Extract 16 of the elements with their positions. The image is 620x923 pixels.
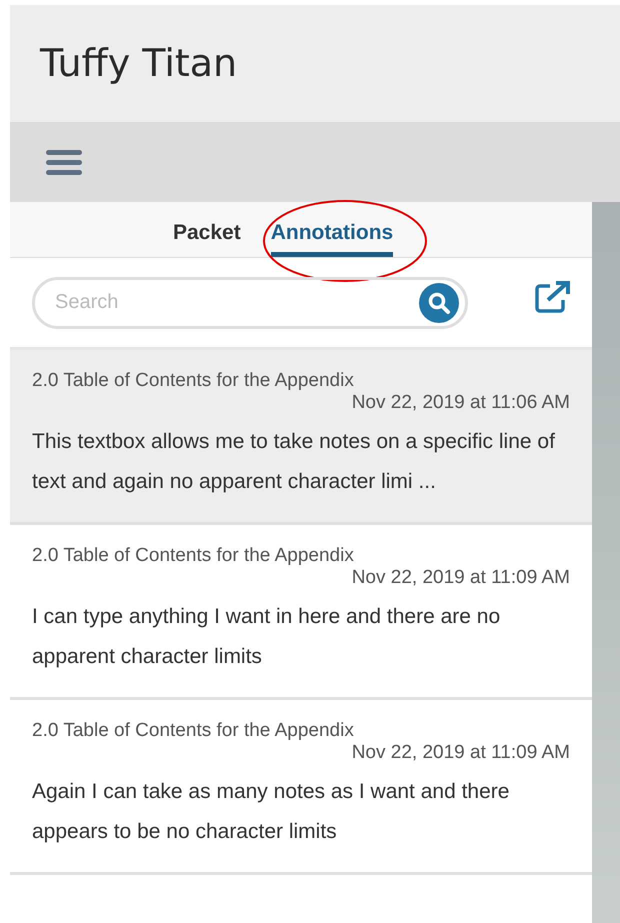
section-title: 2.0 Table of Contents for the Appendix	[32, 720, 355, 742]
annotation-item[interactable]: 2.0 Table of Contents for the Appendix Nov 22, 2019 at 11:06 AM This textbox allows me to take notes on a specific line of text and again no apparent character limi ...	[10, 350, 592, 525]
app-title: Tuffy Titan	[40, 40, 238, 87]
section-title: 2.0 Table of Contents for the Appendix	[32, 370, 355, 392]
external-link-icon[interactable]	[534, 280, 572, 314]
annotation-text: Again I can take as many notes as I want and there appears to be no character limits	[32, 779, 510, 845]
timestamp: Nov 22, 2019 at 11:09 AM	[350, 567, 570, 589]
search-icon[interactable]	[419, 282, 459, 322]
menu-icon[interactable]	[46, 150, 82, 174]
timestamp: Nov 22, 2019 at 11:09 AM	[350, 742, 570, 764]
search-field[interactable]: Search	[32, 276, 468, 328]
annotation-text: I can type anything I want in here and there are no apparent character limits	[32, 604, 502, 670]
timestamp: Nov 22, 2019 at 11:06 AM	[350, 392, 570, 414]
annotation-text: This textbox allows me to take notes on a specific line of text and again no apparent character limi ...	[32, 429, 556, 495]
tab[interactable]: Packet	[173, 202, 241, 257]
section-title: 2.0 Table of Contents for the Appendix	[32, 545, 355, 567]
